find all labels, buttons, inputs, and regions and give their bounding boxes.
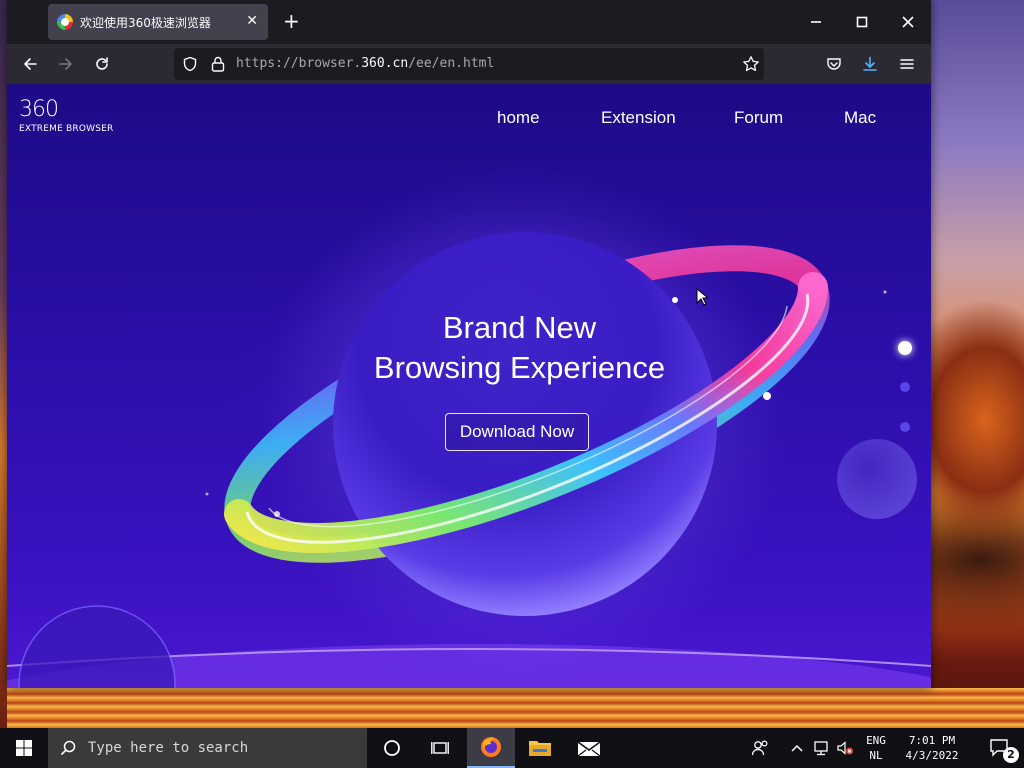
nav-link-forum[interactable]: Forum: [734, 108, 783, 128]
minimize-button[interactable]: [793, 0, 839, 44]
action-center-button[interactable]: 2: [976, 728, 1024, 768]
menu-button[interactable]: [895, 52, 919, 76]
people-button[interactable]: [740, 728, 780, 768]
maximize-icon: [856, 16, 868, 28]
language-code: ENG: [866, 734, 886, 747]
hamburger-menu-icon: [900, 59, 914, 69]
clock-date: 4/3/2022: [905, 749, 959, 762]
brand-tagline: EXTREME BROWSER: [19, 124, 114, 134]
mail-envelope-icon: [577, 741, 601, 757]
forward-button[interactable]: [54, 52, 78, 76]
minimize-icon: [811, 21, 821, 23]
system-clock[interactable]: 7:01 PM 4/3/2022: [896, 733, 968, 763]
shield-icon[interactable]: [182, 56, 198, 76]
tab-close-button[interactable]: ✕: [246, 13, 258, 29]
close-window-button[interactable]: [885, 0, 931, 44]
taskbar-search-box[interactable]: Type here to search: [48, 728, 367, 768]
network-icon: [814, 741, 828, 756]
pocket-icon: [827, 58, 841, 70]
wallpaper-left-edge: [0, 0, 7, 728]
firefox-icon: [481, 737, 501, 757]
brand-number: 360: [19, 97, 59, 122]
hero-headline: Brand New Browsing Experience: [337, 308, 702, 388]
address-bar[interactable]: https://browser.360.cn/ee/en.html: [174, 48, 764, 80]
tab-bar: 欢迎使用360极速浏览器 ✕ +: [7, 0, 931, 44]
mouse-cursor-icon: [696, 288, 708, 306]
browser-window: 欢迎使用360极速浏览器 ✕ + https://browser.360.cn/…: [7, 0, 931, 688]
nav-link-mac[interactable]: Mac: [844, 108, 876, 128]
clock-time: 7:01 PM: [908, 734, 956, 747]
reload-icon: [96, 57, 108, 70]
search-icon: [60, 740, 76, 756]
pocket-button[interactable]: [822, 52, 846, 76]
taskbar-file-explorer[interactable]: [516, 728, 564, 768]
wallpaper-water-reflection: [0, 688, 1024, 728]
chevron-up-icon: [791, 744, 803, 752]
tab-title: 欢迎使用360极速浏览器: [80, 15, 211, 30]
task-view-icon: [431, 742, 449, 754]
network-tray-button[interactable]: [808, 728, 834, 768]
bookmark-star-icon[interactable]: [742, 55, 760, 77]
volume-tray-button[interactable]: [832, 728, 858, 768]
carousel-dot-1[interactable]: [898, 341, 912, 355]
url-text[interactable]: https://browser.360.cn/ee/en.html: [236, 56, 494, 71]
downloads-button[interactable]: [858, 52, 882, 76]
people-icon: [751, 740, 768, 756]
back-button[interactable]: [18, 52, 42, 76]
cortana-circle-icon: [384, 740, 400, 756]
volume-muted-icon: [837, 741, 853, 755]
search-placeholder: Type here to search: [88, 740, 249, 756]
input-language-indicator[interactable]: ENG NL: [858, 733, 894, 763]
windows-logo-icon: [16, 740, 32, 756]
hero-headline-line2: Browsing Experience: [373, 350, 666, 385]
360-favicon-icon: [57, 14, 73, 30]
navigation-toolbar: https://browser.360.cn/ee/en.html: [7, 44, 931, 84]
windows-taskbar: Type here to search ENG NL 7:01 PM 4/3/2…: [0, 728, 1024, 768]
hero-headline-line1: Brand New: [442, 310, 597, 345]
taskbar-mail[interactable]: [565, 728, 613, 768]
folder-icon: [529, 741, 551, 756]
carousel-dot-2[interactable]: [900, 382, 910, 392]
start-button[interactable]: [0, 728, 48, 768]
taskbar-firefox[interactable]: [467, 728, 515, 768]
keyboard-layout-code: NL: [869, 749, 883, 762]
new-tab-button[interactable]: +: [283, 10, 300, 32]
arrow-right-icon: [59, 58, 72, 70]
maximize-button[interactable]: [839, 0, 885, 44]
lock-icon[interactable]: [210, 55, 226, 77]
notification-count-badge: 2: [1003, 747, 1019, 763]
tab-active[interactable]: 欢迎使用360极速浏览器 ✕: [48, 4, 268, 40]
download-now-button[interactable]: Download Now: [445, 413, 589, 451]
nav-link-extension[interactable]: Extension: [601, 108, 676, 128]
webpage-360-browser: 360 EXTREME BROWSER home Extension Forum…: [7, 84, 931, 688]
nav-link-home[interactable]: home: [497, 108, 540, 128]
cortana-button[interactable]: [368, 728, 416, 768]
download-arrow-icon: [863, 56, 877, 71]
brand-logo[interactable]: 360 EXTREME BROWSER: [19, 97, 114, 135]
close-icon: [902, 16, 914, 28]
carousel-dot-3[interactable]: [900, 422, 910, 432]
task-view-button[interactable]: [416, 728, 464, 768]
arrow-left-icon: [24, 58, 37, 70]
reload-button[interactable]: [90, 52, 114, 76]
